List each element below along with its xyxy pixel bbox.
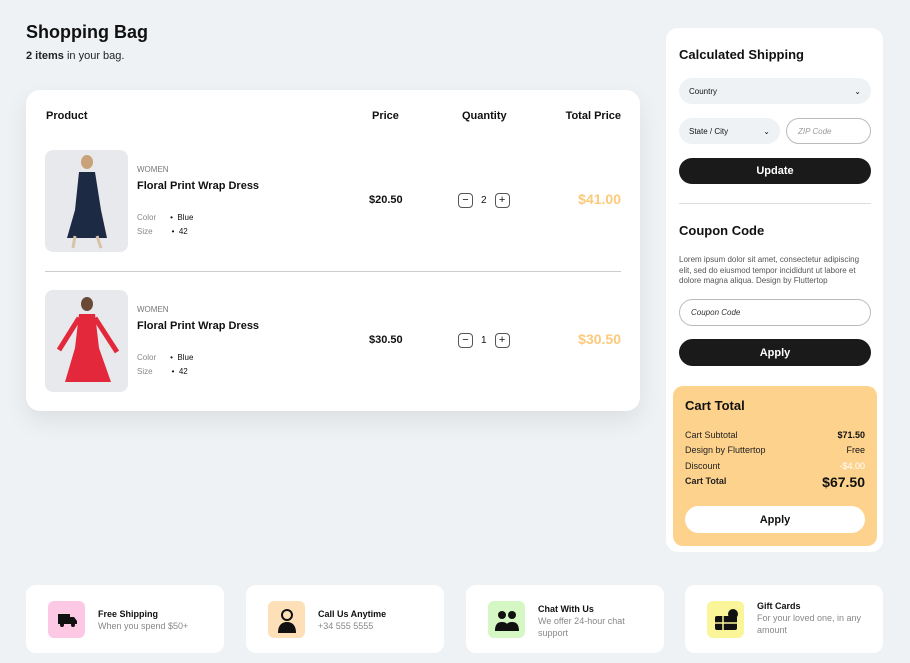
increment-button[interactable]: + (494, 333, 510, 348)
coupon-input[interactable]: Coupon Code (679, 299, 871, 326)
divider (679, 203, 871, 204)
page-title: Shopping Bag (26, 22, 148, 42)
state-select[interactable]: State / City ⌄ (679, 118, 780, 144)
discount-label: Discount (685, 461, 721, 471)
decrement-button[interactable]: − (458, 193, 473, 208)
feature-chat: Chat With Us We offer 24-hour chat suppo… (466, 585, 664, 653)
product-name[interactable]: Floral Print Wrap Dress (137, 180, 259, 192)
coupon-description: Lorem ipsum dolor sit amet, consectetur … (679, 255, 860, 285)
product-color: Color • Blue (137, 353, 194, 362)
feature-text: +34 555 5555 (318, 621, 374, 631)
product-category: WOMEN (137, 165, 169, 174)
discount-value: -$4.00 (839, 461, 865, 471)
product-size: Size • 42 (137, 227, 188, 236)
product-image[interactable] (45, 290, 128, 392)
chevron-down-icon: ⌄ (763, 126, 770, 136)
cart-table: Product Price Quantity Total Price WOMEN… (26, 90, 640, 411)
header-total: Total Price (565, 110, 621, 122)
quantity-value: 2 (481, 195, 487, 206)
design-value: Free (846, 445, 865, 455)
cart-total-title: Cart Total (685, 398, 745, 413)
feature-free-shipping: Free Shipping When you spend $50+ (26, 585, 224, 653)
header-price: Price (372, 110, 399, 122)
product-color: Color • Blue (137, 213, 194, 222)
total-value: $67.50 (822, 474, 865, 490)
feature-text: For your loved one, in any amount (757, 613, 862, 635)
gift-card-icon (707, 601, 744, 638)
product-category: WOMEN (137, 305, 169, 314)
header-quantity: Quantity (462, 110, 507, 122)
design-label: Design by Fluttertop (685, 445, 766, 455)
subtotal-label: Cart Subtotal (685, 430, 738, 440)
quantity-stepper: −2 + (458, 193, 510, 208)
unit-price: $20.50 (369, 194, 403, 206)
row-total: $41.00 (578, 191, 621, 207)
header-product: Product (46, 110, 88, 122)
support-agent-icon (268, 601, 305, 638)
feature-title: Chat With Us (538, 604, 594, 614)
subtotal-value: $71.50 (837, 430, 865, 440)
table-row: WOMEN Floral Print Wrap Dress Color • Blu… (45, 150, 621, 252)
truck-icon (48, 601, 85, 638)
chevron-down-icon: ⌄ (854, 86, 861, 96)
feature-call: Call Us Anytime +34 555 5555 (246, 585, 444, 653)
country-select[interactable]: Country ⌄ (679, 78, 871, 104)
quantity-value: 1 (481, 335, 487, 346)
feature-title: Gift Cards (757, 601, 801, 611)
feature-title: Call Us Anytime (318, 609, 387, 619)
product-size: Size • 42 (137, 367, 188, 376)
feature-title: Free Shipping (98, 609, 159, 619)
total-label: Cart Total (685, 476, 727, 486)
row-total: $30.50 (578, 331, 621, 347)
apply-total-button[interactable]: Apply (685, 506, 865, 533)
update-button[interactable]: Update (679, 158, 871, 184)
product-image[interactable] (45, 150, 128, 252)
chat-people-icon (488, 601, 525, 638)
apply-coupon-button[interactable]: Apply (679, 339, 871, 366)
feature-gift: Gift Cards For your loved one, in any am… (685, 585, 883, 653)
unit-price: $30.50 (369, 334, 403, 346)
quantity-stepper: −1 + (458, 333, 510, 348)
increment-button[interactable]: + (494, 193, 510, 208)
table-row: WOMEN Floral Print Wrap Dress Color • Blu… (45, 290, 621, 392)
shipping-title: Calculated Shipping (679, 47, 804, 62)
cart-total-box: Cart Total Cart Subtotal $71.50 Design b… (673, 386, 877, 546)
zip-input[interactable]: ZIP Code (786, 118, 871, 144)
item-count: 2 items in your bag. (26, 50, 125, 62)
product-name[interactable]: Floral Print Wrap Dress (137, 320, 259, 332)
feature-text: When you spend $50+ (98, 621, 189, 631)
feature-text: We offer 24-hour chat support (538, 616, 625, 638)
decrement-button[interactable]: − (458, 333, 473, 348)
coupon-title: Coupon Code (679, 223, 765, 238)
row-divider (45, 271, 621, 272)
